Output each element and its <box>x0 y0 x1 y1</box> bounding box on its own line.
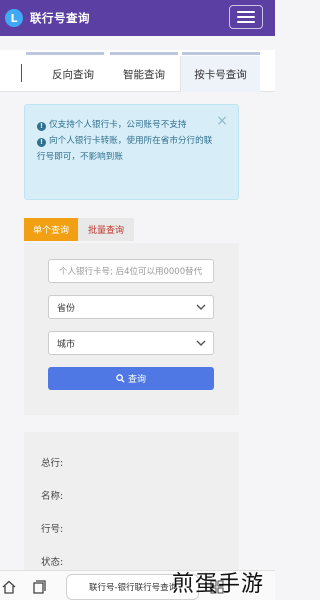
info-alert: × ! 仅支持个人银行卡，公司账号不支持 ! 向个人银行卡转账，使用所在省市分行的联… <box>24 104 239 200</box>
watermark: 煎蛋手游 <box>172 572 265 597</box>
tab-accent-line <box>182 52 260 55</box>
hamburger-menu-button[interactable] <box>229 5 263 29</box>
single-query-tab[interactable]: 单个查询 <box>24 218 78 241</box>
result-name-label: 名称: <box>41 491 64 502</box>
result-code-label: 行号: <box>41 524 64 535</box>
result-head-office-label: 总行: <box>41 458 64 469</box>
info-icon: ! <box>37 138 46 147</box>
app-logo-icon: L <box>5 9 23 27</box>
search-button-label: 查询 <box>127 375 146 385</box>
province-select-value: 省份 <box>57 303 76 314</box>
chevron-down-icon <box>196 340 206 346</box>
city-select[interactable]: 城市 <box>48 331 214 355</box>
tab-accent-line <box>110 52 178 55</box>
tab-reverse-query[interactable]: 反向查询 <box>40 56 106 92</box>
batch-query-tab[interactable]: 批量查询 <box>78 218 134 241</box>
menu-bar <box>237 11 255 13</box>
tab-divider <box>21 64 22 82</box>
tab-smart-query[interactable]: 智能查询 <box>110 56 178 92</box>
chevron-down-icon <box>196 304 206 310</box>
tabs-icon[interactable] <box>32 580 46 594</box>
tab-card-query[interactable]: 按卡号查询 <box>180 56 260 92</box>
alert-line: ! 向个人银行卡转账，使用所在省市分行的联行号即可，不影响到账 <box>37 133 220 165</box>
search-icon <box>116 374 125 383</box>
app-header: L 联行号查询 <box>0 0 275 36</box>
search-button[interactable]: 查询 <box>48 367 214 390</box>
alert-text-1: 仅支持个人银行卡，公司账号不支持 <box>49 120 187 130</box>
home-icon[interactable] <box>2 580 16 594</box>
info-icon: ! <box>37 122 46 131</box>
menu-bar <box>237 16 255 18</box>
tab-accent-line <box>26 52 104 55</box>
card-number-input[interactable]: 个人银行卡号; 后4位可以用0000替代 <box>48 259 214 283</box>
province-select[interactable]: 省份 <box>48 295 214 319</box>
result-status-label: 状态: <box>41 557 64 568</box>
city-select-value: 城市 <box>57 339 76 350</box>
menu-bar <box>237 21 255 23</box>
alert-line: ! 仅支持个人银行卡，公司账号不支持 <box>37 117 220 133</box>
app-title: 联行号查询 <box>30 11 90 25</box>
alert-text-2: 向个人银行卡转账，使用所在省市分行的联行号即可，不影响到账 <box>37 136 213 162</box>
